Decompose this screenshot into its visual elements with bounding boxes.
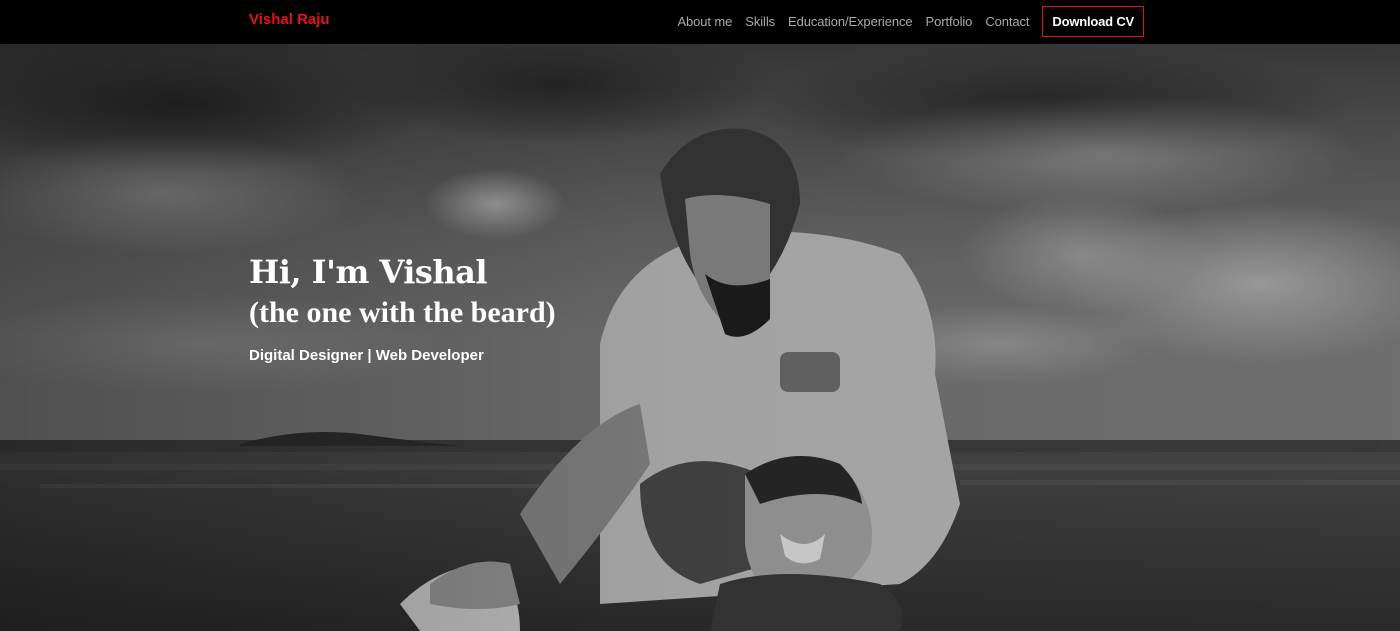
hero-dark-overlay xyxy=(0,44,1400,631)
nav-link-contact[interactable]: Contact xyxy=(985,14,1029,29)
hero-title: Hi, I'm Vishal xyxy=(249,253,488,291)
hero-section: Hi, I'm Vishal (the one with the beard) … xyxy=(0,44,1400,631)
nav-link-skills[interactable]: Skills xyxy=(745,14,775,29)
nav-link-education-experience[interactable]: Education/Experience xyxy=(788,14,913,29)
nav-link-portfolio[interactable]: Portfolio xyxy=(926,14,973,29)
nav-links: About me Skills Education/Experience Por… xyxy=(677,6,1144,37)
hero-subtitle: (the one with the beard) xyxy=(249,296,556,329)
download-cv-button[interactable]: Download CV xyxy=(1042,6,1144,37)
brand-logo-link[interactable]: Vishal Raju xyxy=(249,11,330,28)
navbar: Vishal Raju About me Skills Education/Ex… xyxy=(0,0,1400,44)
hero-text-block: Hi, I'm Vishal (the one with the beard) … xyxy=(249,252,556,364)
nav-link-about-me[interactable]: About me xyxy=(677,14,732,29)
hero-tagline: Digital Designer | Web Developer xyxy=(249,347,484,364)
